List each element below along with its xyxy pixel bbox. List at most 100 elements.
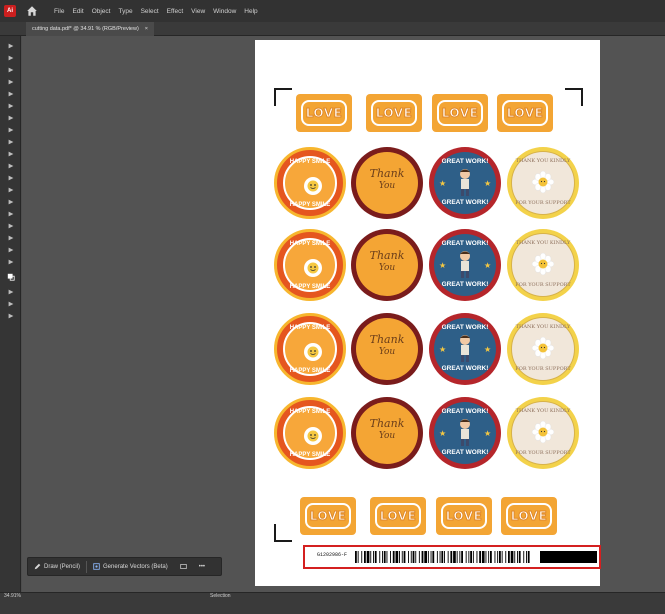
thank-you-kindly-sticker[interactable]: THANK YOU KINDLY FOR YOUR SUPPORT — [507, 229, 579, 301]
slice-icon[interactable] — [0, 232, 21, 244]
love-label-bottom[interactable]: LOVE — [501, 497, 557, 535]
happy-smile-sticker[interactable]: HAPPY SMILE HAPPY SMILE — [274, 147, 346, 219]
draw-mode-icon[interactable] — [0, 286, 21, 298]
love-frame: LOVE — [441, 503, 487, 529]
menu-view[interactable]: View — [191, 8, 205, 15]
sticker-top-text: HAPPY SMILE — [289, 325, 331, 331]
thank-you-sticker[interactable]: Thank You — [351, 313, 423, 385]
screen-mode-icon[interactable] — [0, 298, 21, 310]
more-options-button[interactable]: ••• — [193, 557, 211, 576]
thank-text: Thank — [369, 249, 405, 262]
menu-object[interactable]: Object — [92, 8, 111, 15]
contextual-task-bar: Draw (Pencil) Generate Vectors (Beta) ••… — [27, 557, 222, 576]
love-text: LOVE — [506, 106, 544, 121]
barcode-bars — [355, 551, 530, 563]
love-label-bottom[interactable]: LOVE — [436, 497, 492, 535]
love-label-top[interactable]: LOVE — [296, 94, 352, 132]
thank-you-sticker[interactable]: Thank You — [351, 229, 423, 301]
thank-you-sticker[interactable]: Thank You — [351, 147, 423, 219]
barcode-bar — [465, 551, 467, 563]
happy-smile-sticker[interactable]: HAPPY SMILE HAPPY SMILE — [274, 229, 346, 301]
kid-illustration-icon — [460, 419, 470, 446]
eraser-icon[interactable] — [0, 136, 21, 148]
hand-icon[interactable] — [0, 244, 21, 256]
pen-icon[interactable] — [0, 64, 21, 76]
great-work-sticker[interactable]: GREAT WORK! ★ ★ GREAT WORK! — [429, 229, 501, 301]
barcode-bar — [497, 551, 499, 563]
rectangle-icon[interactable] — [0, 88, 21, 100]
thank-you-kindly-sticker[interactable]: THANK YOU KINDLY FOR YOUR SUPPORT — [507, 147, 579, 219]
warp-icon[interactable] — [0, 160, 21, 172]
barcode-bar — [456, 551, 458, 563]
love-label-top[interactable]: LOVE — [497, 94, 553, 132]
close-tab-icon[interactable]: × — [145, 26, 148, 32]
graph-icon[interactable] — [0, 208, 21, 220]
sticker-top-text: THANK YOU KINDLY — [515, 408, 571, 414]
love-label-bottom[interactable]: LOVE — [370, 497, 426, 535]
happy-smile-sticker[interactable]: HAPPY SMILE HAPPY SMILE — [274, 313, 346, 385]
direct-selection-icon[interactable] — [0, 52, 21, 64]
love-text: LOVE — [445, 509, 483, 524]
scale-icon[interactable] — [0, 148, 21, 160]
barcode-bar — [379, 551, 381, 563]
type-icon[interactable] — [0, 112, 21, 124]
love-text: LOVE — [309, 509, 347, 524]
kid-illustration-icon — [460, 335, 470, 362]
barcode-bar — [447, 551, 449, 563]
barcode-bar — [527, 551, 530, 563]
fill-stroke-icon[interactable] — [0, 268, 21, 286]
happy-smile-sticker[interactable]: HAPPY SMILE HAPPY SMILE — [274, 397, 346, 469]
properties-button[interactable] — [174, 557, 193, 576]
brush-icon[interactable] — [0, 100, 21, 112]
barcode-bar — [366, 551, 370, 563]
menu-help[interactable]: Help — [244, 8, 257, 15]
thank-you-kindly-sticker[interactable]: THANK YOU KINDLY FOR YOUR SUPPORT — [507, 313, 579, 385]
thank-text: Thank — [369, 333, 405, 346]
barcode-bar — [514, 551, 516, 563]
symbol-sprayer-icon[interactable] — [0, 196, 21, 208]
menu-effect[interactable]: Effect — [167, 8, 184, 15]
zoom-level[interactable]: 34.91% — [4, 593, 21, 599]
menu-edit[interactable]: Edit — [72, 8, 83, 15]
rotate-icon[interactable] — [0, 124, 21, 136]
sticker-top-text: GREAT WORK! — [441, 240, 489, 247]
love-label-bottom[interactable]: LOVE — [300, 497, 356, 535]
menu-window[interactable]: Window — [213, 8, 236, 15]
great-work-sticker[interactable]: GREAT WORK! ★ ★ GREAT WORK! — [429, 313, 501, 385]
generate-vectors-button[interactable]: Generate Vectors (Beta) — [87, 557, 174, 576]
great-work-sticker[interactable]: GREAT WORK! ★ ★ GREAT WORK! — [429, 147, 501, 219]
love-label-top[interactable]: LOVE — [366, 94, 422, 132]
eyedropper-icon[interactable] — [0, 172, 21, 184]
you-text: You — [378, 347, 396, 357]
love-frame: LOVE — [437, 100, 483, 126]
barcode-selection[interactable]: G1202986-F — [303, 545, 601, 569]
barcode-bar — [490, 551, 492, 563]
zoom-icon[interactable] — [0, 256, 21, 268]
daisy-icon — [532, 337, 554, 359]
barcode-bar — [508, 551, 510, 563]
menu-select[interactable]: Select — [141, 8, 159, 15]
document-tab[interactable]: cutting data.pdf* @ 34.91 % (RGB/Preview… — [26, 22, 154, 36]
draw-pencil-button[interactable]: Draw (Pencil) — [28, 557, 86, 576]
artboard-icon[interactable] — [0, 220, 21, 232]
barcode-bar — [499, 551, 501, 563]
more-tools-icon[interactable] — [0, 310, 21, 322]
thank-you-kindly-sticker[interactable]: THANK YOU KINDLY FOR YOUR SUPPORT — [507, 397, 579, 469]
home-icon[interactable] — [26, 5, 38, 17]
barcode-bar — [361, 551, 363, 563]
menu-file[interactable]: File — [54, 8, 64, 15]
menu-type[interactable]: Type — [118, 8, 132, 15]
selection-icon[interactable] — [0, 40, 21, 52]
thank-you-sticker[interactable]: Thank You — [351, 397, 423, 469]
crop-mark-top-right — [565, 88, 583, 106]
sticker-top-text: THANK YOU KINDLY — [515, 158, 571, 164]
barcode-bar — [485, 551, 487, 563]
pencil-icon[interactable] — [0, 76, 21, 88]
star-icon: ★ — [439, 179, 447, 188]
great-work-sticker[interactable]: GREAT WORK! ★ ★ GREAT WORK! — [429, 397, 501, 469]
love-frame: LOVE — [502, 100, 548, 126]
blend-icon[interactable] — [0, 184, 21, 196]
document-tab-bar: cutting data.pdf* @ 34.91 % (RGB/Preview… — [0, 22, 665, 36]
thank-text: Thank — [369, 417, 405, 430]
love-label-top[interactable]: LOVE — [432, 94, 488, 132]
